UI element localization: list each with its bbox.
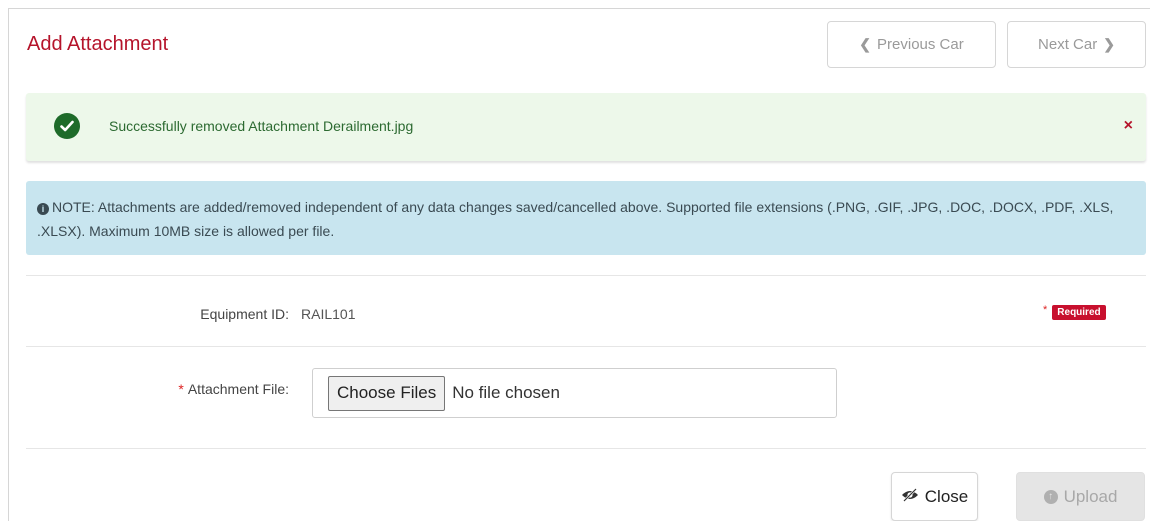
chevron-left-icon: ❮	[859, 36, 872, 52]
upload-arrow-icon: ↑	[1043, 489, 1058, 504]
check-circle-icon	[54, 113, 80, 139]
close-label: Close	[924, 486, 969, 506]
required-badge: Required	[1052, 305, 1106, 320]
success-message: Successfully removed Attachment Derailme…	[109, 118, 414, 134]
required-star: *	[178, 381, 184, 397]
divider	[26, 346, 1146, 347]
close-button[interactable]: Close	[891, 472, 978, 521]
choose-files-button[interactable]: Choose Files	[328, 375, 446, 411]
info-circle-icon: i	[37, 203, 49, 215]
previous-car-button[interactable]: ❮ Previous Car	[827, 21, 996, 68]
equipment-id-label: Equipment ID:	[200, 306, 289, 322]
required-indicator: * Required	[1043, 305, 1106, 320]
close-alert-icon[interactable]: ×	[1124, 117, 1133, 135]
upload-label: Upload	[1063, 486, 1118, 506]
success-alert: Successfully removed Attachment Derailme…	[26, 93, 1146, 161]
attachment-file-label-text: Attachment File:	[187, 381, 289, 397]
equipment-id-value: RAIL101	[301, 306, 356, 322]
add-attachment-dialog: Add Attachment ❮ Previous Car Next Car ❯…	[8, 8, 1150, 521]
upload-button[interactable]: ↑ Upload	[1016, 472, 1145, 521]
required-star: *	[1043, 304, 1048, 316]
info-alert: i NOTE: Attachments are added/removed ind…	[26, 181, 1146, 255]
attachment-file-label: * Attachment File:	[129, 381, 289, 397]
divider	[26, 275, 1146, 276]
eye-slash-icon	[901, 487, 919, 507]
info-note-text: NOTE: Attachments are added/removed inde…	[37, 199, 1114, 239]
no-file-chosen-text: No file chosen	[452, 383, 560, 402]
next-car-button[interactable]: Next Car ❯	[1007, 21, 1146, 68]
divider	[26, 448, 1146, 449]
dialog-title: Add Attachment	[27, 33, 169, 55]
next-car-label: Next Car	[1038, 36, 1098, 53]
previous-car-label: Previous Car	[877, 36, 964, 53]
chevron-right-icon: ❯	[1103, 36, 1115, 52]
attachment-file-input[interactable]: Choose Files No file chosen	[312, 368, 837, 418]
